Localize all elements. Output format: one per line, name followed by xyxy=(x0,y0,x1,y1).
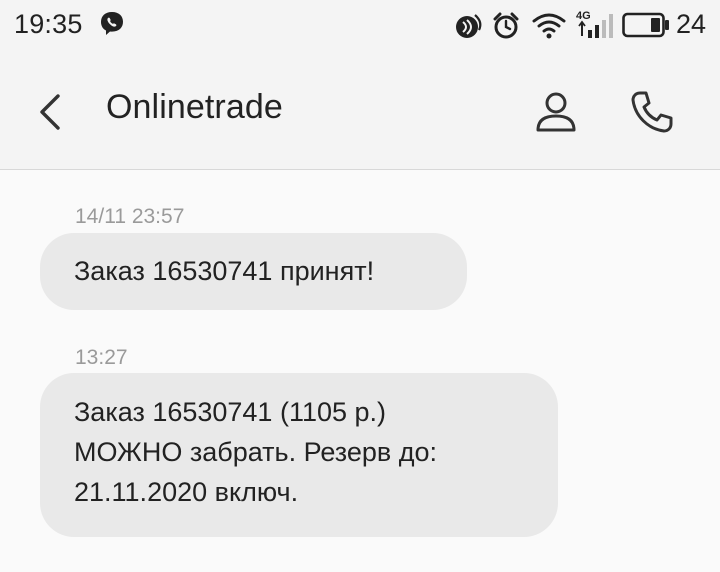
message-text: Заказ 16530741 принят! xyxy=(74,256,375,286)
nfc-icon xyxy=(456,14,482,38)
chevron-left-icon xyxy=(40,94,60,130)
app-header: Onlinetrade xyxy=(0,50,720,170)
conversation-title: Onlinetrade xyxy=(106,88,283,126)
battery-level: 24 xyxy=(676,9,707,39)
message-bubble[interactable]: Заказ 16530741 (1105 р.) МОЖНО забрать. … xyxy=(40,373,558,537)
battery-icon xyxy=(622,12,669,38)
wifi-icon xyxy=(532,13,566,39)
viber-icon xyxy=(101,12,123,35)
alarm-icon xyxy=(493,12,519,39)
message-list[interactable]: 14/11 23:57 Заказ 16530741 принят! 13:27… xyxy=(0,170,720,572)
call-button[interactable] xyxy=(626,86,678,138)
status-bar: 19:35 4G 24 xyxy=(0,0,720,50)
contact-button[interactable] xyxy=(530,86,582,138)
message-timestamp: 14/11 23:57 xyxy=(75,205,185,228)
phone-icon xyxy=(631,91,673,133)
message-bubble[interactable]: Заказ 16530741 принят! xyxy=(40,233,467,310)
person-icon xyxy=(536,92,576,132)
status-time: 19:35 xyxy=(14,9,83,39)
signal-icon: 4G xyxy=(576,10,616,40)
back-button[interactable] xyxy=(28,88,76,136)
message-timestamp: 13:27 xyxy=(75,346,128,369)
